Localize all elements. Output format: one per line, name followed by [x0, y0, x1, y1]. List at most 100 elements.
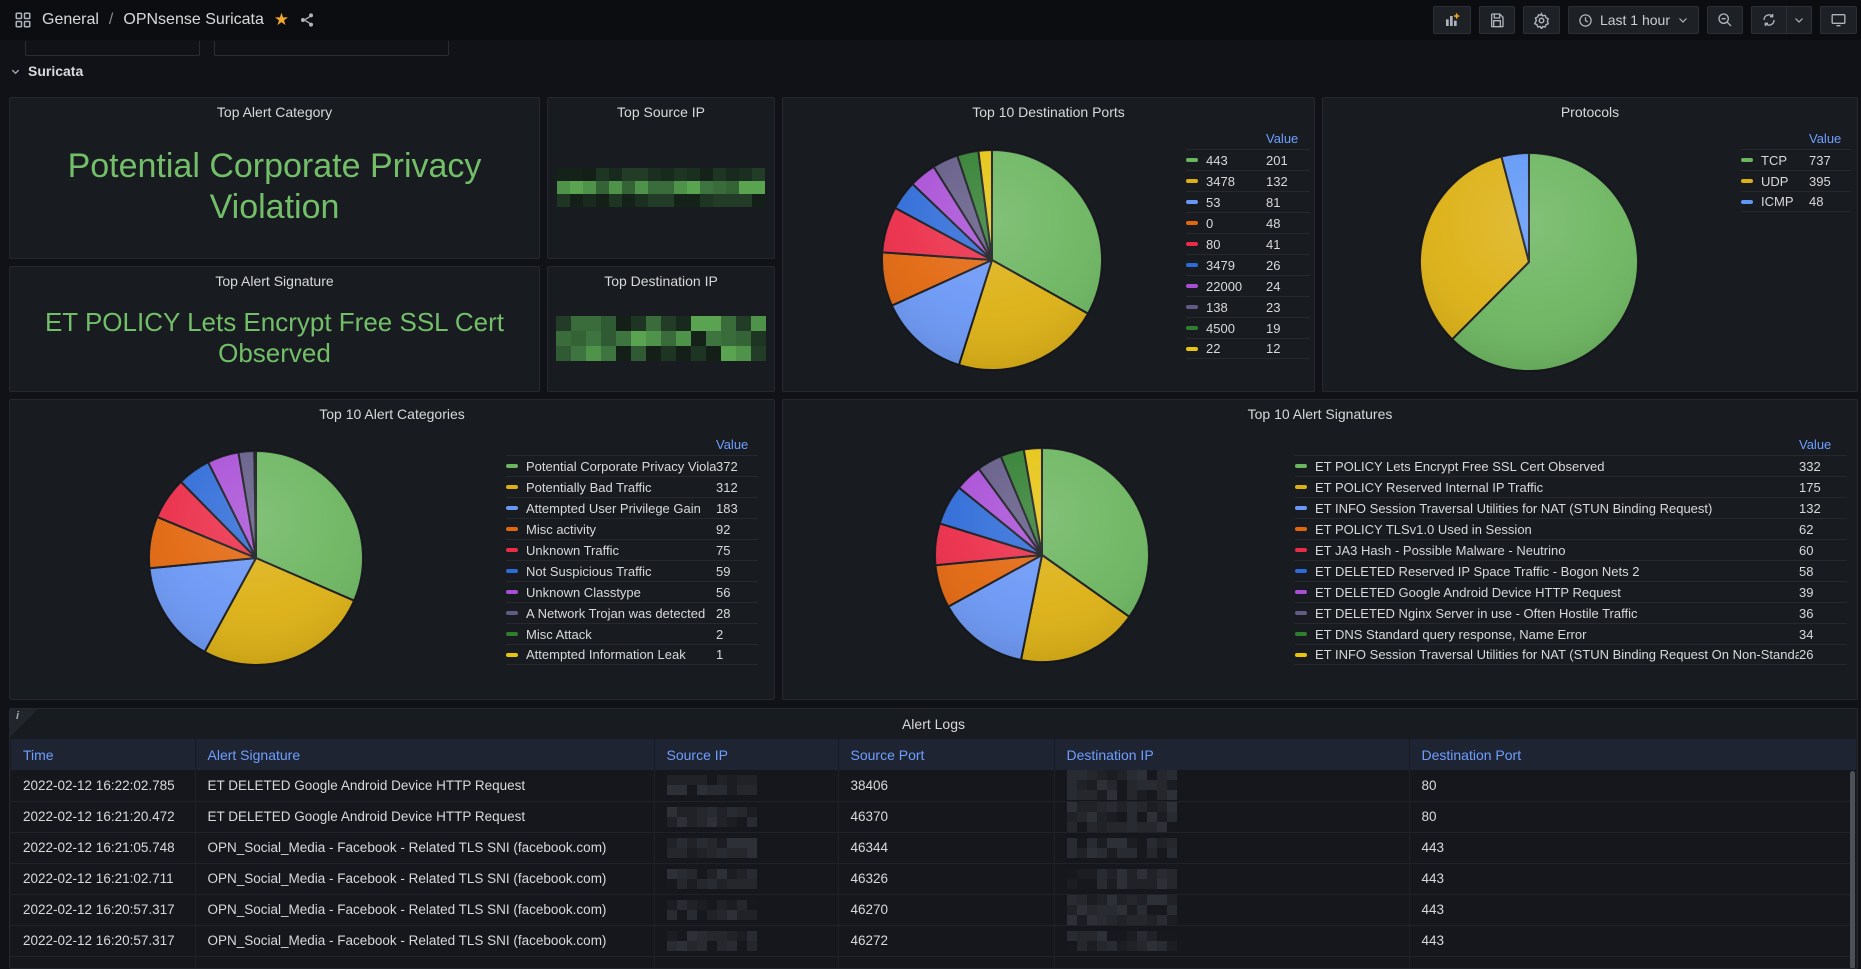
legend-value: 372: [716, 459, 758, 474]
panel-title[interactable]: Top Destination IP: [548, 267, 774, 295]
legend-item[interactable]: Unknown Classtype56: [506, 581, 758, 602]
legend-item[interactable]: 8041: [1186, 233, 1310, 254]
legend-item[interactable]: ET POLICY Reserved Internal IP Traffic17…: [1295, 476, 1847, 497]
legend-item[interactable]: Misc activity92: [506, 518, 758, 539]
panel-title[interactable]: Top Alert Category: [10, 98, 539, 126]
panel-top-alert-signature: Top Alert Signature ET POLICY Lets Encry…: [9, 266, 540, 392]
legend-item[interactable]: 3478132: [1186, 170, 1310, 191]
legend-label: 80: [1206, 237, 1266, 252]
legend-item[interactable]: ET JA3 Hash - Possible Malware - Neutrin…: [1295, 539, 1847, 560]
table-row: 2022-02-12 16:21:05.748OPN_Social_Media …: [11, 832, 1856, 863]
time-range-picker[interactable]: Last 1 hour: [1568, 6, 1699, 34]
cell-destination-port: 443: [1409, 832, 1856, 863]
pie-chart-alert-categories[interactable]: [146, 448, 366, 668]
legend-item[interactable]: Misc Attack2: [506, 623, 758, 644]
legend-label: ET POLICY TLSv1.0 Used in Session: [1315, 522, 1799, 537]
redacted-block: [667, 869, 826, 889]
legend-label: Potentially Bad Traffic: [526, 480, 716, 495]
legend-item[interactable]: ICMP48: [1741, 191, 1851, 212]
template-variable-dropdown[interactable]: [25, 41, 200, 56]
panel-title[interactable]: Top Source IP: [548, 98, 774, 126]
column-header[interactable]: Destination Port: [1409, 739, 1856, 770]
breadcrumb-section[interactable]: General: [42, 11, 99, 29]
legend-item[interactable]: ET POLICY TLSv1.0 Used in Session62: [1295, 518, 1847, 539]
pie-chart-alert-signatures[interactable]: [932, 445, 1152, 665]
legend-item[interactable]: 2200024: [1186, 275, 1310, 296]
legend-item[interactable]: Unknown Traffic75: [506, 539, 758, 560]
panel-title[interactable]: Top Alert Signature: [10, 267, 539, 295]
legend-item[interactable]: 450019: [1186, 317, 1310, 338]
legend-item[interactable]: ET DNS Standard query response, Name Err…: [1295, 623, 1847, 644]
pie-legend: ValueET POLICY Lets Encrypt Free SSL Cer…: [1295, 434, 1847, 665]
legend-item[interactable]: Attempted Information Leak1: [506, 644, 758, 665]
legend-item[interactable]: A Network Trojan was detected28: [506, 602, 758, 623]
grafana-dashboard: General / OPNsense Suricata ★: [0, 0, 1861, 969]
dashboard-settings-button[interactable]: [1523, 6, 1560, 34]
refresh-button[interactable]: [1751, 6, 1787, 34]
column-header[interactable]: Destination IP: [1054, 739, 1409, 770]
legend-item[interactable]: ET DELETED Reserved IP Space Traffic - B…: [1295, 560, 1847, 581]
legend-item[interactable]: ET INFO Session Traversal Utilities for …: [1295, 644, 1847, 665]
panel-title[interactable]: Protocols: [1323, 98, 1857, 126]
legend-swatch: [1186, 347, 1198, 351]
legend-swatch: [1295, 464, 1307, 468]
legend-item[interactable]: UDP395: [1741, 170, 1851, 191]
legend-item[interactable]: 5381: [1186, 191, 1310, 212]
redacted-source-ip: [557, 168, 765, 207]
legend-swatch: [1186, 326, 1198, 330]
legend-label: Not Suspicious Traffic: [526, 564, 716, 579]
row-toggle-suricata[interactable]: Suricata: [10, 58, 83, 84]
pie-chart-destination-ports[interactable]: [879, 147, 1105, 373]
legend-item[interactable]: Not Suspicious Traffic59: [506, 560, 758, 581]
legend-item[interactable]: 347926: [1186, 254, 1310, 275]
save-dashboard-button[interactable]: [1479, 6, 1515, 34]
add-panel-button[interactable]: [1433, 6, 1471, 34]
legend-swatch: [1186, 242, 1198, 246]
cell-source-port: 46370: [838, 801, 1054, 832]
legend-item[interactable]: 2212: [1186, 338, 1310, 359]
cell-empty: [838, 956, 1054, 968]
zoom-out-button[interactable]: [1707, 6, 1743, 34]
legend-item[interactable]: Potential Corporate Privacy Violation372: [506, 455, 758, 476]
column-header[interactable]: Time: [11, 739, 195, 770]
cell-alert-signature: OPN_Social_Media - Facebook - Related TL…: [195, 832, 654, 863]
legend-value: 41: [1266, 237, 1310, 252]
legend-item[interactable]: ET DELETED Nginx Server in use - Often H…: [1295, 602, 1847, 623]
favorite-star-icon[interactable]: ★: [274, 10, 289, 30]
cell-empty: [195, 956, 654, 968]
stat-value: ET POLICY Lets Encrypt Free SSL Cert Obs…: [22, 307, 527, 369]
pie-legend: Value44320134781325381048804134792622000…: [1186, 128, 1310, 359]
column-header[interactable]: Alert Signature: [195, 739, 654, 770]
cell-destination-port: 443: [1409, 863, 1856, 894]
legend-label: Attempted Information Leak: [526, 647, 716, 662]
cell-source-ip-redacted: [654, 801, 838, 832]
legend-item[interactable]: Attempted User Privilege Gain183: [506, 497, 758, 518]
legend-item[interactable]: 443201: [1186, 149, 1310, 170]
panel-title[interactable]: Top 10 Destination Ports: [783, 98, 1314, 126]
legend-item[interactable]: Potentially Bad Traffic312: [506, 476, 758, 497]
column-header[interactable]: Source IP: [654, 739, 838, 770]
legend-item[interactable]: ET POLICY Lets Encrypt Free SSL Cert Obs…: [1295, 455, 1847, 476]
legend-item[interactable]: ET INFO Session Traversal Utilities for …: [1295, 497, 1847, 518]
gear-icon: [1533, 12, 1550, 29]
apps-grid-icon[interactable]: [14, 11, 32, 29]
legend-item[interactable]: 048: [1186, 212, 1310, 233]
table-scrollbar[interactable]: [1850, 771, 1855, 969]
legend-value: 36: [1799, 606, 1847, 621]
share-icon[interactable]: [299, 12, 315, 28]
legend-item[interactable]: 13823: [1186, 296, 1310, 317]
column-header[interactable]: Source Port: [838, 739, 1054, 770]
template-variable-dropdown[interactable]: [214, 41, 449, 56]
panel-title[interactable]: Top 10 Alert Categories: [10, 400, 774, 428]
legend-item[interactable]: ET DELETED Google Android Device HTTP Re…: [1295, 581, 1847, 602]
panel-title[interactable]: Alert Logs: [10, 709, 1857, 739]
breadcrumb-dashboard-title[interactable]: OPNsense Suricata: [123, 11, 264, 29]
panel-title[interactable]: Top 10 Alert Signatures: [783, 400, 1857, 428]
kiosk-tv-button[interactable]: [1820, 6, 1857, 34]
pie-chart-protocols[interactable]: [1417, 150, 1641, 374]
cell-alert-signature: OPN_Social_Media - Facebook - Related TL…: [195, 925, 654, 956]
legend-item[interactable]: TCP737: [1741, 149, 1851, 170]
refresh-interval-dropdown[interactable]: [1787, 6, 1812, 34]
legend-value: 175: [1799, 480, 1847, 495]
cell-time: 2022-02-12 16:21:05.748: [11, 832, 195, 863]
